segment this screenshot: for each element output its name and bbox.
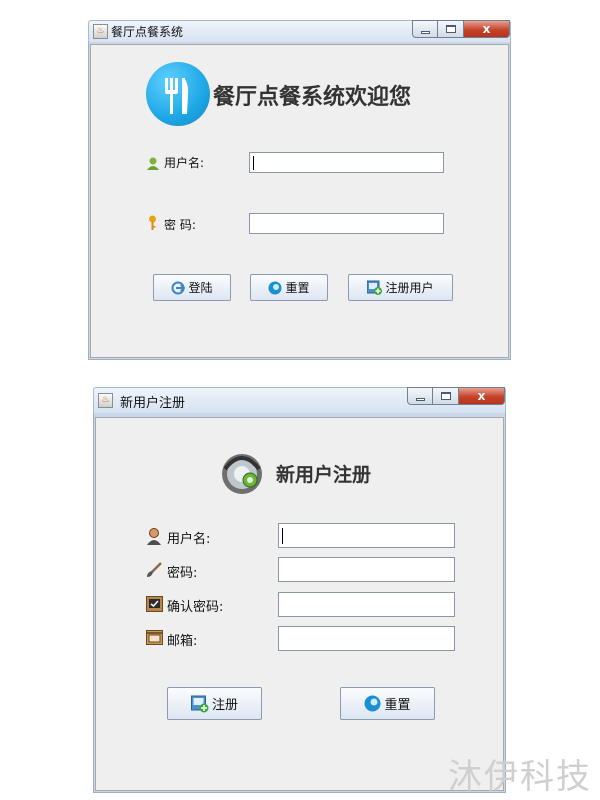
text-caret: [253, 156, 254, 170]
password-label: 密 码:: [164, 218, 196, 232]
reg-reset-button-label: 重置: [384, 698, 411, 713]
person-icon: [146, 528, 162, 545]
username-label: 用户名:: [164, 156, 205, 170]
username-input[interactable]: [249, 152, 444, 173]
maximize-button[interactable]: [433, 387, 459, 405]
reset-button-label: 重置: [285, 281, 310, 295]
login-heading: 餐厅点餐系统欢迎您: [213, 84, 412, 110]
reg-username-input[interactable]: [278, 523, 455, 548]
reset-circle-icon: [268, 281, 282, 295]
password-input[interactable]: [249, 213, 444, 234]
reset-button[interactable]: 重置: [250, 274, 328, 301]
login-button[interactable]: 登陆: [153, 274, 231, 301]
login-window-title: 餐厅点餐系统: [111, 25, 184, 39]
reg-email-label: 邮箱:: [167, 634, 198, 649]
register-button-label: 注册: [211, 698, 238, 713]
headphones-disc-icon: [217, 447, 267, 497]
close-button[interactable]: x: [464, 20, 510, 38]
brush-icon: [146, 562, 162, 578]
reset-circle-icon: [364, 695, 381, 712]
register-panel: 新用户注册 用户名: 密码: 确认密码: 邮箱: 注册 重置: [95, 417, 504, 791]
register-add-icon: [190, 695, 209, 713]
reg-password-input[interactable]: [278, 557, 455, 582]
java-app-icon: ♨: [93, 24, 108, 39]
close-button[interactable]: x: [459, 387, 505, 405]
login-titlebar: ♨ 餐厅点餐系统 x: [88, 20, 511, 42]
java-app-icon: ♨: [98, 393, 113, 408]
register-titlebar: ♨ 新用户注册 x: [93, 387, 506, 413]
close-icon: x: [477, 389, 486, 403]
minimize-button[interactable]: [412, 20, 438, 38]
fork-knife-icon: [146, 62, 210, 126]
watermark: 沐伊科技: [448, 757, 592, 797]
login-window: ♨ 餐厅点餐系统 x 餐厅点餐系统欢迎您 用户名: 密 码: 登陆 重置 注册用…: [88, 20, 511, 360]
user-icon: [147, 155, 159, 170]
mailbox-icon: [146, 630, 163, 645]
reg-email-input[interactable]: [278, 626, 455, 651]
key-icon: [148, 215, 157, 230]
text-caret: [282, 528, 283, 544]
register-add-icon: [366, 280, 383, 295]
reg-password-label: 密码:: [167, 566, 198, 581]
reg-confirm-label: 确认密码:: [167, 600, 224, 615]
login-panel: 餐厅点餐系统欢迎您 用户名: 密 码: 登陆 重置 注册用户: [90, 44, 509, 358]
register-button[interactable]: 注册: [167, 687, 262, 720]
minimize-button[interactable]: [407, 387, 433, 405]
register-window-title: 新用户注册: [120, 396, 186, 411]
reg-reset-button[interactable]: 重置: [340, 687, 435, 720]
close-icon: x: [482, 22, 491, 36]
register-window: ♨ 新用户注册 x 新用户注册 用户名: 密码: 确认密码: 邮箱: 注册 重置: [93, 387, 506, 793]
register-user-button[interactable]: 注册用户: [348, 274, 453, 301]
login-window-controls: x: [412, 20, 510, 38]
maximize-button[interactable]: [438, 20, 464, 38]
board-check-icon: [146, 596, 163, 612]
reg-username-label: 用户名:: [167, 532, 211, 547]
register-window-controls: x: [407, 387, 505, 405]
register-user-button-label: 注册用户: [385, 281, 434, 295]
login-button-label: 登陆: [188, 281, 213, 295]
reg-confirm-input[interactable]: [278, 592, 455, 617]
register-heading: 新用户注册: [276, 464, 372, 486]
login-arrow-icon: [171, 281, 186, 295]
